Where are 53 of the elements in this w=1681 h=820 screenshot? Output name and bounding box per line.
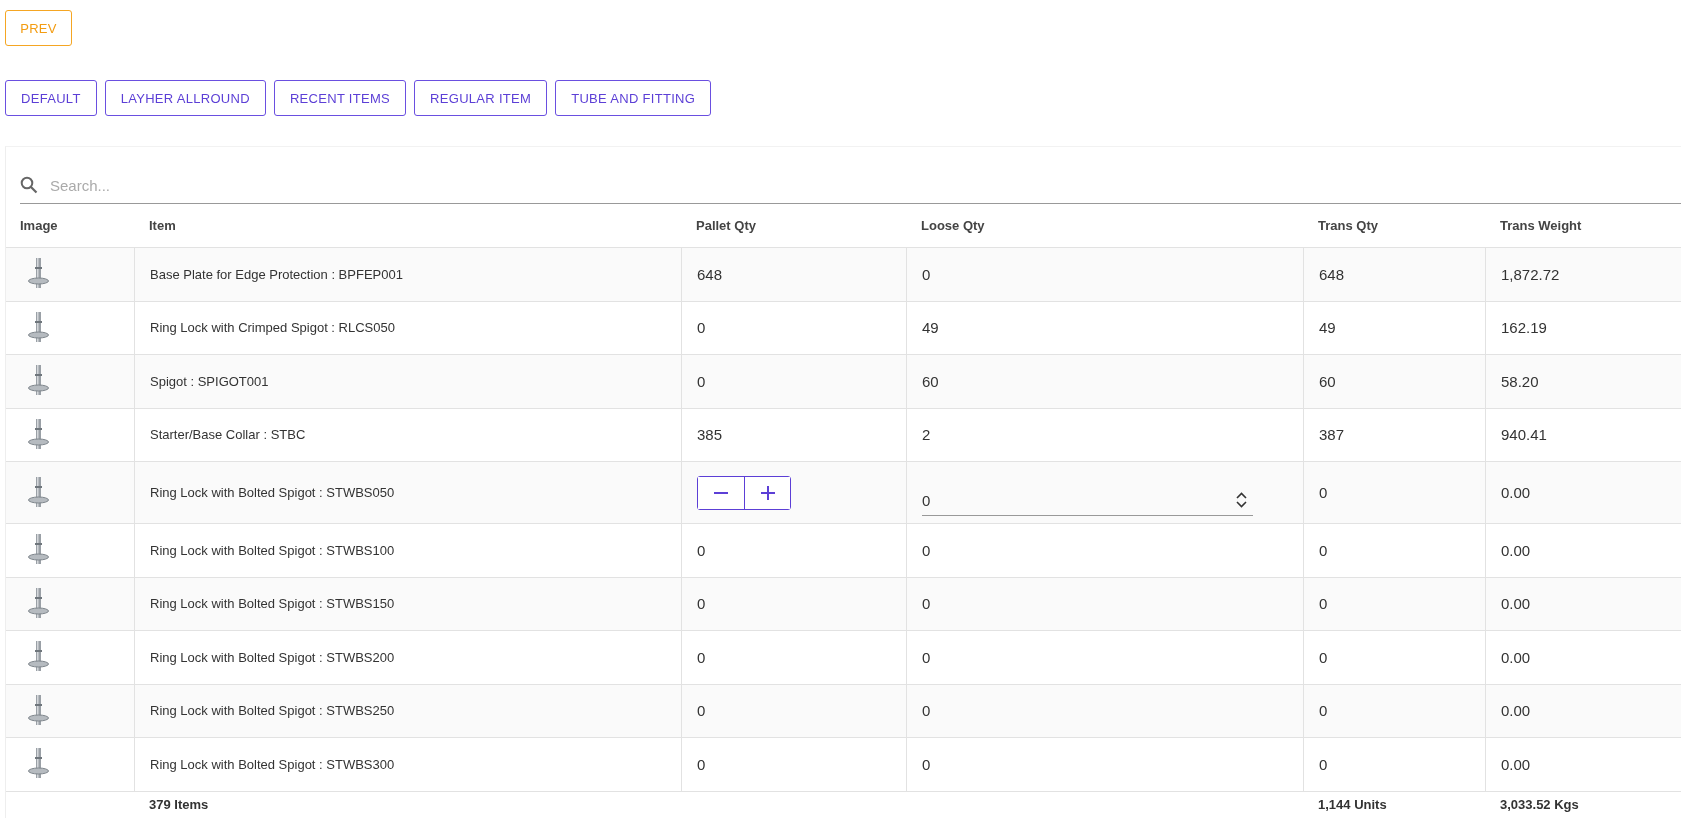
table-cell: 0.00 (1485, 462, 1681, 524)
increment-button[interactable] (744, 477, 790, 509)
search-icon (20, 176, 38, 194)
table-cell: 0.00 (1485, 631, 1681, 685)
table-cell: 0 (906, 577, 1303, 631)
item-name: Base Plate for Edge Protection : BPFEP001 (134, 248, 681, 302)
table-cell: 0 (906, 524, 1303, 578)
table-cell: 0 (1303, 524, 1485, 578)
table-cell: 1,872.72 (1485, 248, 1681, 302)
table-cell: 60 (906, 355, 1303, 409)
item-name: Ring Lock with Bolted Spigot : STWBS150 (134, 577, 681, 631)
item-name: Ring Lock with Bolted Spigot : STWBS200 (134, 631, 681, 685)
table-cell: 0 (1303, 684, 1485, 738)
table-cell: 648 (1303, 248, 1485, 302)
item-name: Spigot : SPIGOT001 (134, 355, 681, 409)
item-name: Ring Lock with Bolted Spigot : STWBS250 (134, 684, 681, 738)
item-name: Ring Lock with Bolted Spigot : STWBS300 (134, 738, 681, 792)
table-cell: 648 (681, 248, 906, 302)
minus-icon (714, 492, 728, 494)
table-cell: 0 (906, 631, 1303, 685)
chevron-up-icon[interactable] (1236, 492, 1247, 499)
item-name: Ring Lock with Bolted Spigot : STWBS100 (134, 524, 681, 578)
table-cell: 0 (906, 738, 1303, 792)
plus-icon (760, 486, 775, 500)
category-button[interactable]: REGULAR ITEM (414, 80, 548, 116)
table-cell: 0.00 (1485, 524, 1681, 578)
item-name: Ring Lock with Bolted Spigot : STWBS050 (134, 462, 681, 524)
table-cell: 0 (681, 524, 906, 578)
table-cell: 58.20 (1485, 355, 1681, 409)
chevron-down-icon[interactable] (1236, 501, 1247, 508)
table-cell: 0 (681, 738, 906, 792)
table-cell: 0 (681, 577, 906, 631)
total-weight: 3,033.52 Kgs (1499, 796, 1580, 814)
table-cell: 0 (681, 355, 906, 409)
table-cell: 0.00 (1485, 684, 1681, 738)
table-cell: 0 (1303, 462, 1485, 524)
table-cell: 0 (906, 684, 1303, 738)
category-button[interactable]: RECENT ITEMS (273, 80, 407, 116)
table-cell: 0 (1303, 577, 1485, 631)
table-cell: 0.00 (1485, 738, 1681, 792)
table-cell: 0 (1303, 738, 1485, 792)
category-button[interactable]: DEFAULT (5, 80, 97, 116)
table-cell: 0 (681, 631, 906, 685)
item-count: 379 Items (148, 796, 210, 814)
category-button[interactable]: LAYHER ALLROUND (104, 80, 266, 116)
table-cell: 60 (1303, 355, 1485, 409)
category-button[interactable]: TUBE AND FITTING (555, 80, 712, 116)
search-field[interactable]: Search... (48, 175, 1681, 195)
table-cell: 0.00 (1485, 577, 1681, 631)
total-units: 1,144 Units (1317, 796, 1388, 814)
table-cell: 0 (681, 684, 906, 738)
table-cell: 0 (1303, 631, 1485, 685)
table-cell: 0 (906, 248, 1303, 302)
